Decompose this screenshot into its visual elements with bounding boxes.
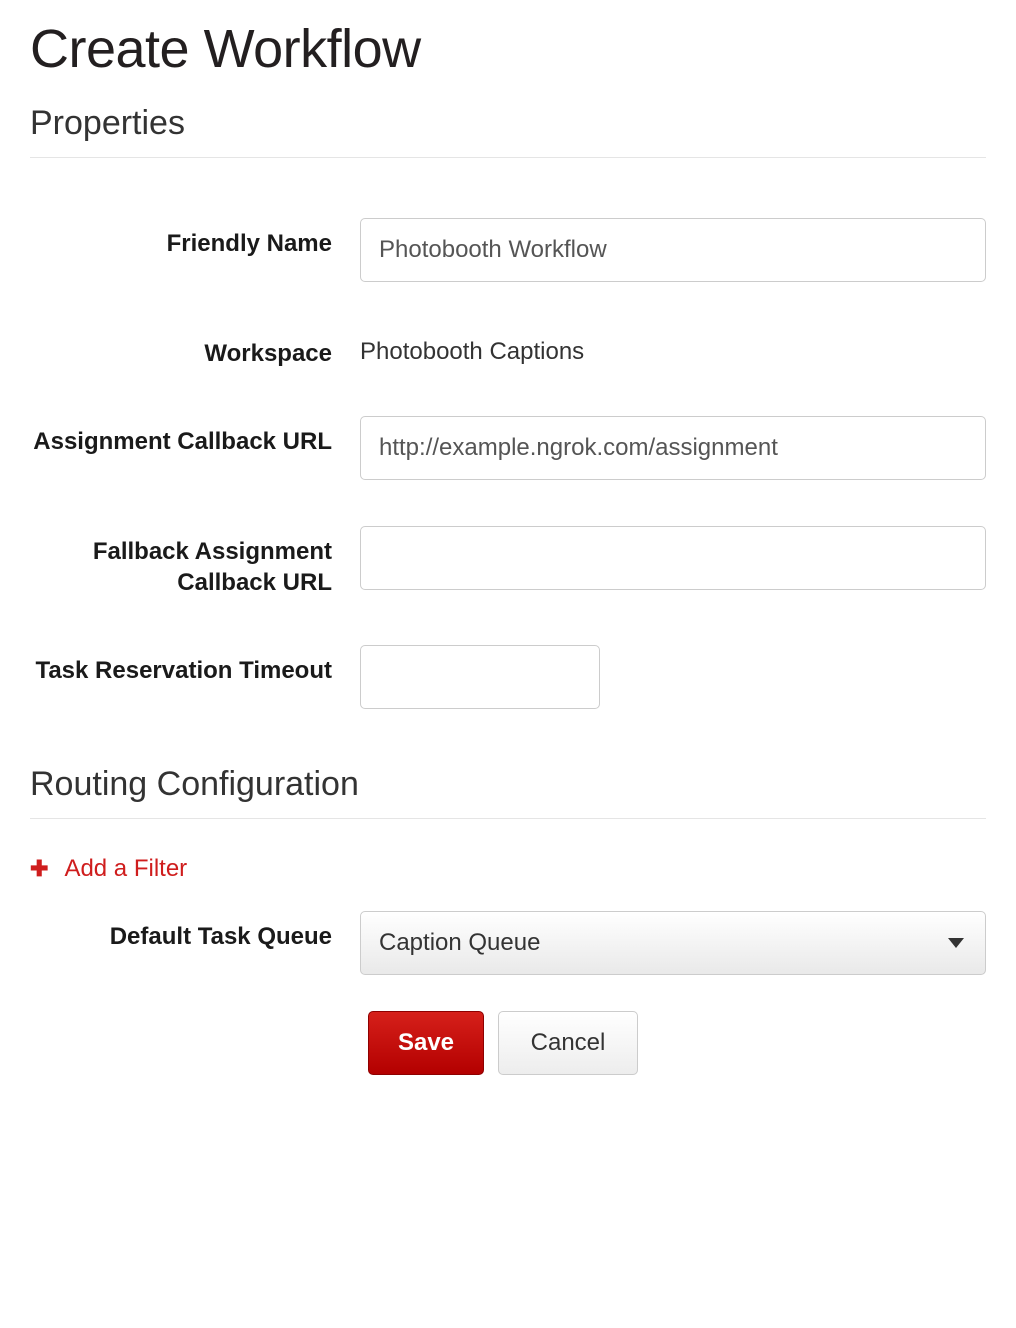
friendly-name-input[interactable] xyxy=(360,218,986,282)
task-reservation-timeout-row: Task Reservation Timeout xyxy=(30,645,986,709)
cancel-button[interactable]: Cancel xyxy=(498,1011,638,1075)
workspace-value: Photobooth Captions xyxy=(360,328,986,366)
task-reservation-timeout-input[interactable] xyxy=(360,645,600,709)
assignment-callback-url-label: Assignment Callback URL xyxy=(30,416,360,458)
workspace-label: Workspace xyxy=(30,328,360,370)
default-task-queue-value: Caption Queue xyxy=(379,929,540,957)
routing-section: Routing Configuration ✚ Add a Filter Def… xyxy=(30,765,986,1075)
default-task-queue-row: Default Task Queue Caption Queue xyxy=(30,911,986,975)
friendly-name-label: Friendly Name xyxy=(30,218,360,260)
properties-section: Properties Friendly Name Workspace Photo… xyxy=(30,104,986,709)
task-reservation-timeout-label: Task Reservation Timeout xyxy=(30,645,360,687)
friendly-name-row: Friendly Name xyxy=(30,218,986,282)
fallback-assignment-callback-url-label: Fallback Assignment Callback URL xyxy=(30,526,360,599)
workspace-row: Workspace Photobooth Captions xyxy=(30,328,986,370)
routing-header: Routing Configuration xyxy=(30,765,986,819)
assignment-callback-url-row: Assignment Callback URL xyxy=(30,416,986,480)
assignment-callback-url-input[interactable] xyxy=(360,416,986,480)
add-filter-label: Add a Filter xyxy=(64,855,187,883)
default-task-queue-select[interactable]: Caption Queue xyxy=(360,911,986,975)
plus-icon: ✚ xyxy=(30,858,48,880)
default-task-queue-label: Default Task Queue xyxy=(30,911,360,953)
add-filter-button[interactable]: ✚ Add a Filter xyxy=(30,855,187,883)
form-actions: Save Cancel xyxy=(368,1011,986,1075)
properties-header: Properties xyxy=(30,104,986,158)
fallback-assignment-callback-url-input[interactable] xyxy=(360,526,986,590)
fallback-assignment-callback-url-row: Fallback Assignment Callback URL xyxy=(30,526,986,599)
save-button[interactable]: Save xyxy=(368,1011,484,1075)
page-title: Create Workflow xyxy=(30,0,986,104)
